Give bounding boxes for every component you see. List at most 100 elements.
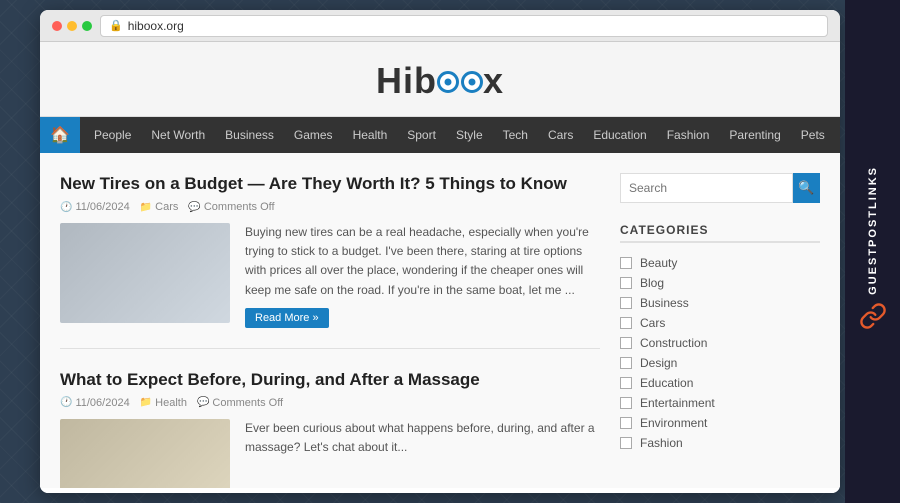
browser-titlebar: 🔒 hiboox.org — [40, 10, 840, 42]
article-1-meta: 🕐 11/06/2024 📁 Cars 💬 Comments Off — [60, 201, 600, 213]
close-button[interactable] — [52, 21, 62, 31]
logo-eyes — [437, 71, 483, 93]
search-icon: 🔍 — [798, 180, 814, 196]
guestpostlinks-text: GUESTPOSTLINKS — [867, 166, 879, 295]
article-2: What to Expect Before, During, and After… — [60, 369, 600, 488]
nav-item-pets[interactable]: Pets — [791, 117, 835, 153]
search-input[interactable] — [620, 173, 793, 203]
category-entertainment-label: Entertainment — [640, 396, 715, 410]
category-cars-checkbox[interactable] — [620, 317, 632, 329]
category-environment-label: Environment — [640, 416, 707, 430]
category-beauty[interactable]: Beauty — [620, 253, 820, 273]
category-construction[interactable]: Construction — [620, 333, 820, 353]
article-2-date: 🕐 11/06/2024 — [60, 397, 130, 409]
category-environment[interactable]: Environment — [620, 413, 820, 433]
category-construction-label: Construction — [640, 336, 707, 350]
category-entertainment[interactable]: Entertainment — [620, 393, 820, 413]
article-1-title: New Tires on a Budget — Are They Worth I… — [60, 173, 600, 195]
nav-item-parenting[interactable]: Parenting — [719, 117, 790, 153]
nav-item-sport[interactable]: Sport — [397, 117, 446, 153]
article-2-image — [60, 419, 230, 488]
article-1-date: 🕐 11/06/2024 — [60, 201, 130, 213]
comment-icon: 💬 — [188, 202, 200, 213]
nav-item-style[interactable]: Style — [446, 117, 493, 153]
category-business-label: Business — [640, 296, 689, 310]
address-bar[interactable]: 🔒 hiboox.org — [100, 15, 828, 37]
browser-window: 🔒 hiboox.org Hib x 🏠 People Net Worth — [40, 10, 840, 493]
logo-text-pre: Hib — [376, 60, 437, 101]
nav-item-fashion[interactable]: Fashion — [657, 117, 720, 153]
category-blog-label: Blog — [640, 276, 664, 290]
clock-icon: 🕐 — [60, 202, 72, 213]
nav-home-button[interactable]: 🏠 — [40, 117, 80, 153]
categories-list: Beauty Blog Business Cars — [620, 253, 820, 453]
article-1-image — [60, 223, 230, 323]
site-header: Hib x — [40, 42, 840, 117]
category-education[interactable]: Education — [620, 373, 820, 393]
nav-item-business[interactable]: Business — [215, 117, 284, 153]
category-construction-checkbox[interactable] — [620, 337, 632, 349]
categories-title: CATEGORIES — [620, 223, 820, 243]
categories-section: CATEGORIES Beauty Blog Business — [620, 223, 820, 453]
right-sidebar-guestpostlinks[interactable]: GUESTPOSTLINKS — [845, 0, 900, 503]
nav-item-games[interactable]: Games — [284, 117, 343, 153]
article-2-body: Ever been curious about what happens bef… — [60, 419, 600, 488]
tag-icon-2: 📁 — [140, 397, 152, 408]
url-text: hiboox.org — [128, 19, 184, 33]
category-business-checkbox[interactable] — [620, 297, 632, 309]
tag-icon: 📁 — [140, 202, 152, 213]
article-2-category: 📁 Health — [140, 397, 187, 409]
category-fashion-checkbox[interactable] — [620, 437, 632, 449]
nav-item-networth[interactable]: Net Worth — [141, 117, 215, 153]
nav-item-tech[interactable]: Tech — [493, 117, 538, 153]
guestpostlinks-icon — [859, 302, 887, 337]
sidebar: 🔍 CATEGORIES Beauty Blog — [620, 173, 820, 468]
article-2-comments: 💬 Comments Off — [197, 397, 283, 409]
article-2-meta: 🕐 11/06/2024 📁 Health 💬 Comments Off — [60, 397, 600, 409]
clock-icon-2: 🕐 — [60, 397, 72, 408]
category-beauty-checkbox[interactable] — [620, 257, 632, 269]
nav-items: People Net Worth Business Games Health S… — [80, 117, 840, 153]
category-environment-checkbox[interactable] — [620, 417, 632, 429]
lock-icon: 🔒 — [109, 19, 123, 32]
site-logo: Hib x — [40, 60, 840, 102]
category-fashion-label: Fashion — [640, 436, 683, 450]
category-education-label: Education — [640, 376, 693, 390]
category-beauty-label: Beauty — [640, 256, 677, 270]
category-design-checkbox[interactable] — [620, 357, 632, 369]
nav-item-people[interactable]: People — [84, 117, 141, 153]
article-1-body: Buying new tires can be a real headache,… — [60, 223, 600, 328]
category-design-label: Design — [640, 356, 677, 370]
category-design[interactable]: Design — [620, 353, 820, 373]
article-1-category: 📁 Cars — [140, 201, 179, 213]
nav-item-tips[interactable]: Tips — [835, 117, 840, 153]
category-fashion[interactable]: Fashion — [620, 433, 820, 453]
home-icon: 🏠 — [50, 125, 70, 145]
comment-icon-2: 💬 — [197, 397, 209, 408]
search-box: 🔍 — [620, 173, 820, 203]
maximize-button[interactable] — [82, 21, 92, 31]
category-cars[interactable]: Cars — [620, 313, 820, 333]
article-2-title: What to Expect Before, During, and After… — [60, 369, 600, 391]
article-1-text-block: Buying new tires can be a real headache,… — [245, 223, 600, 328]
logo-text-post: x — [483, 60, 504, 101]
nav-item-health[interactable]: Health — [343, 117, 398, 153]
main-content: New Tires on a Budget — Are They Worth I… — [40, 153, 840, 488]
article-1-read-more[interactable]: Read More » — [245, 308, 329, 328]
nav-bar: 🏠 People Net Worth Business Games Health — [40, 117, 840, 153]
category-cars-label: Cars — [640, 316, 665, 330]
article-1-comments: 💬 Comments Off — [188, 201, 274, 213]
nav-item-cars[interactable]: Cars — [538, 117, 583, 153]
category-blog[interactable]: Blog — [620, 273, 820, 293]
category-entertainment-checkbox[interactable] — [620, 397, 632, 409]
nav-item-education[interactable]: Education — [583, 117, 656, 153]
category-education-checkbox[interactable] — [620, 377, 632, 389]
search-button[interactable]: 🔍 — [793, 173, 820, 203]
website-content: Hib x 🏠 People Net Worth Business Games — [40, 42, 840, 493]
minimize-button[interactable] — [67, 21, 77, 31]
category-business[interactable]: Business — [620, 293, 820, 313]
category-blog-checkbox[interactable] — [620, 277, 632, 289]
article-2-text-block: Ever been curious about what happens bef… — [245, 419, 600, 488]
article-2-excerpt: Ever been curious about what happens bef… — [245, 419, 600, 457]
article-1-excerpt: Buying new tires can be a real headache,… — [245, 223, 600, 300]
